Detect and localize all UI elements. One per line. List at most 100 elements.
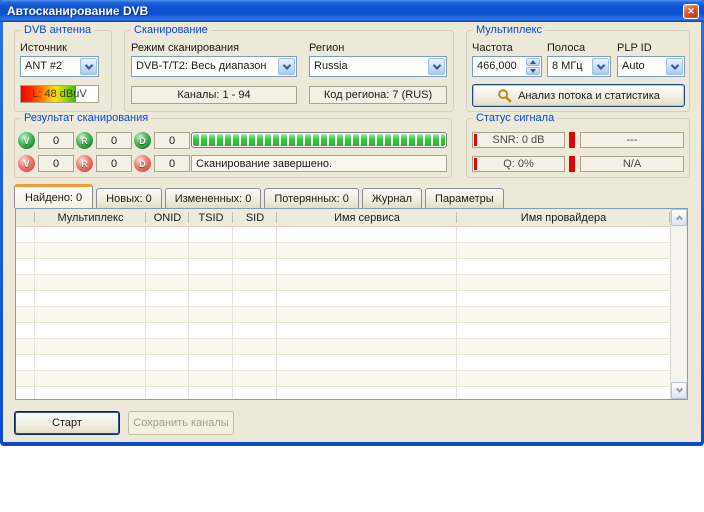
save-channels-button[interactable]: Сохранить каналы (128, 411, 234, 435)
table-row[interactable] (16, 259, 670, 275)
header-cell-onid[interactable]: ONID (146, 209, 189, 226)
header-cell-tsid[interactable]: TSID (189, 209, 233, 226)
table-cell (457, 307, 670, 322)
table-cell (35, 307, 146, 322)
table-cell (189, 371, 233, 386)
header-cell-provider-name[interactable]: Имя провайдера (457, 209, 670, 226)
table-cell (16, 339, 35, 354)
table-cell (189, 339, 233, 354)
table-row[interactable] (16, 307, 670, 323)
progress-fill (193, 134, 445, 146)
table-cell (277, 291, 457, 306)
scan-mode-combobox[interactable]: DVB-T/T2: Весь диапазон (131, 56, 297, 77)
table-cell (233, 275, 277, 290)
titlebar[interactable]: Автосканирование DVB ✕ (0, 0, 704, 22)
table-cell (189, 275, 233, 290)
table-row[interactable] (16, 323, 670, 339)
source-combobox[interactable]: ANT #2 (20, 56, 99, 77)
table-cell (233, 227, 277, 242)
table-cell (146, 275, 189, 290)
status-ball-icon: R (76, 155, 93, 172)
magnifier-icon (497, 88, 512, 103)
start-button-label: Старт (52, 417, 82, 429)
bandwidth-value: 8 МГц (552, 57, 592, 76)
table-cell (233, 259, 277, 274)
chevron-down-icon (675, 386, 682, 393)
spin-up-button[interactable] (526, 58, 540, 66)
table-cell (277, 371, 457, 386)
table-row[interactable] (16, 291, 670, 307)
snr-low-mark (474, 134, 477, 146)
region-dropdown-button[interactable] (428, 58, 445, 75)
table-row[interactable] (16, 339, 670, 355)
frequency-spinner[interactable]: 466,000 (472, 56, 542, 77)
table-row[interactable] (16, 355, 670, 371)
table-cell (146, 355, 189, 370)
table-cell (233, 371, 277, 386)
region-label: Регион (309, 42, 344, 54)
tab-changed[interactable]: Измененных: 0 (165, 188, 262, 208)
table-row[interactable] (16, 275, 670, 291)
header-cell-sid[interactable]: SID (233, 209, 277, 226)
scroll-down-button[interactable] (671, 382, 687, 399)
quality-text: Q: 0% (503, 158, 534, 170)
status-ball-icon: D (134, 132, 151, 149)
bandwidth-dropdown-button[interactable] (592, 58, 609, 75)
scanning-group-label: Сканирование (131, 24, 211, 36)
snr-box: SNR: 0 dB (472, 132, 565, 148)
status-ball-icon: V (18, 155, 35, 172)
bandwidth-combobox[interactable]: 8 МГц (547, 56, 611, 77)
table-cell (146, 339, 189, 354)
tab-new[interactable]: Новых: 0 (96, 188, 162, 208)
tab-lost[interactable]: Потерянных: 0 (264, 188, 359, 208)
dialog-client-area: DVB антенна Источник ANT #2 L: 48 dBuV С… (3, 22, 701, 442)
signal-status-group-label: Статус сигнала (473, 112, 557, 124)
region-combobox[interactable]: Russia (309, 56, 447, 77)
table-cell (457, 323, 670, 338)
table-cell (233, 307, 277, 322)
plp-combobox[interactable]: Auto (617, 56, 685, 77)
scroll-up-button[interactable] (671, 209, 687, 226)
table-cell (16, 243, 35, 258)
vertical-scrollbar[interactable] (670, 209, 687, 399)
table-cell (16, 291, 35, 306)
table-cell (189, 291, 233, 306)
quality-value: N/A (623, 158, 641, 170)
scan-counter: V 0 (18, 132, 74, 149)
quality-low-mark (474, 158, 477, 170)
table-cell (35, 227, 146, 242)
table-row[interactable] (16, 387, 670, 399)
window-title: Автосканирование DVB (0, 4, 148, 18)
table-row[interactable] (16, 371, 670, 387)
scan-counter: R 0 (76, 155, 132, 172)
tab-parameters[interactable]: Параметры (425, 188, 504, 208)
table-cell (233, 339, 277, 354)
tab-log[interactable]: Журнал (362, 188, 422, 208)
chevron-down-icon (432, 61, 440, 69)
start-button[interactable]: Старт (14, 411, 120, 435)
close-button[interactable]: ✕ (683, 4, 699, 19)
close-icon: ✕ (687, 6, 695, 17)
header-cell-service-name[interactable]: Имя сервиса (277, 209, 457, 226)
tab-found[interactable]: Найдено: 0 (14, 184, 93, 208)
source-dropdown-button[interactable] (80, 58, 97, 75)
region-code-info: Код региона: 7 (RUS) (309, 86, 447, 104)
scan-status-text: Сканирование завершено. (196, 158, 332, 170)
table-cell (189, 387, 233, 399)
table-cell (189, 355, 233, 370)
table-cell (146, 291, 189, 306)
scan-mode-dropdown-button[interactable] (278, 58, 295, 75)
analyze-stream-button[interactable]: Анализ потока и статистика (472, 84, 685, 107)
table-cell (35, 323, 146, 338)
spin-down-button[interactable] (526, 67, 540, 75)
table-cell (189, 307, 233, 322)
snr-value-box: --- (580, 132, 684, 148)
header-cell-multiplex[interactable]: Мультиплекс (35, 209, 146, 226)
table-row[interactable] (16, 243, 670, 259)
table-cell (146, 323, 189, 338)
plp-dropdown-button[interactable] (666, 58, 683, 75)
header-cell-marker[interactable] (16, 209, 35, 226)
chevron-down-icon (84, 61, 92, 69)
table-main: Мультиплекс ONID TSID SID Имя сервиса Им… (16, 209, 670, 399)
table-row[interactable] (16, 227, 670, 243)
